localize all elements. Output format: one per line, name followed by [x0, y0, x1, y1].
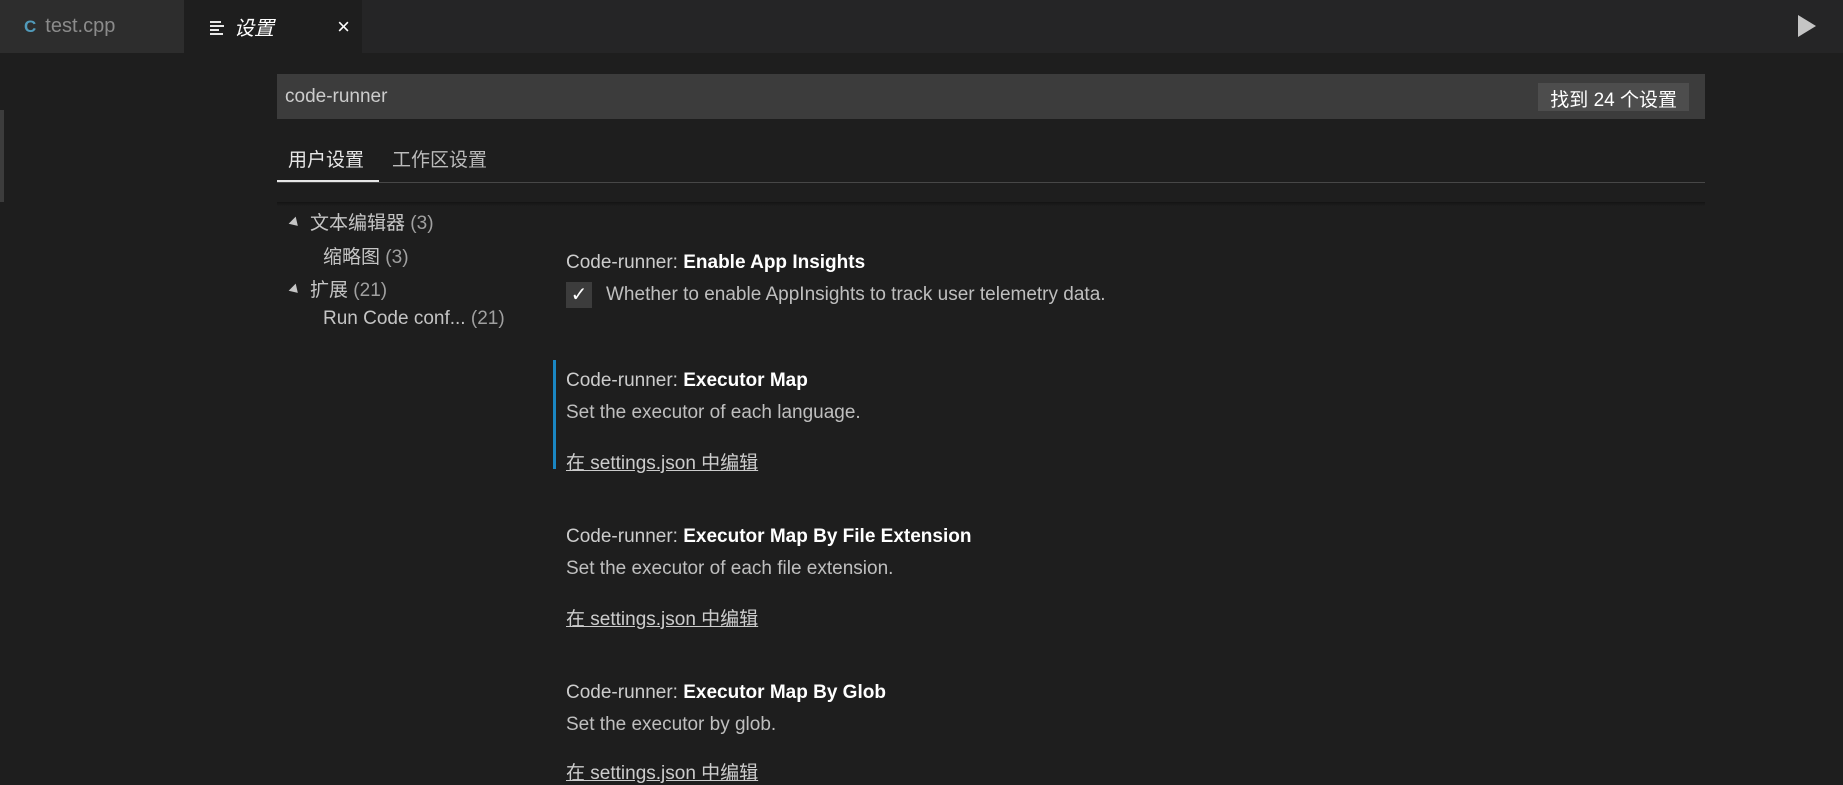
- toc-item-extensions[interactable]: 扩展 (21): [288, 275, 388, 302]
- cpp-file-icon: C: [24, 16, 37, 36]
- toc-item-text-editor[interactable]: 文本编辑器 (3): [288, 208, 434, 235]
- toc-count: (3): [385, 247, 409, 268]
- scrollbar-indicator: [0, 110, 4, 202]
- focus-indicator: [553, 360, 556, 469]
- toc-label: 文本编辑器: [310, 213, 406, 234]
- toc-item-run-code[interactable]: Run Code conf... (21): [323, 308, 505, 330]
- setting-desc: Set the executor of each file extension.: [566, 558, 894, 579]
- editor-tab-bar: C test.cpp 设置 ×: [0, 0, 1843, 53]
- expanded-triangle-icon: [288, 216, 302, 230]
- settings-lines-icon: [210, 20, 224, 35]
- tab-label: test.cpp: [45, 15, 116, 37]
- expanded-triangle-icon: [288, 283, 302, 297]
- tab-workspace-settings[interactable]: 工作区设置: [392, 145, 487, 172]
- settings-scope-tabs: 用户设置 工作区设置: [277, 137, 1705, 183]
- enable-app-insights-checkbox[interactable]: ✓: [566, 282, 592, 308]
- active-tab-underline: [277, 180, 379, 182]
- edit-in-settings-json-link[interactable]: 在 settings.json 中编辑: [566, 758, 758, 785]
- toc-item-minimap[interactable]: 缩略图 (3): [323, 242, 409, 269]
- setting-desc: ✓ Whether to enable AppInsights to track …: [566, 282, 1666, 308]
- search-box: 找到 24 个设置: [277, 74, 1705, 119]
- tab-label: 设置: [234, 18, 274, 40]
- setting-desc: Set the executor of each language.: [566, 402, 861, 423]
- tab-user-settings[interactable]: 用户设置: [288, 145, 364, 172]
- tab-settings[interactable]: 设置 ×: [184, 0, 362, 53]
- setting-executor-map-by-file-extension: Code-runner: Executor Map By File Extens…: [566, 526, 1666, 631]
- setting-title: Code-runner: Executor Map: [566, 370, 808, 391]
- run-icon[interactable]: [1798, 15, 1816, 37]
- divider: [277, 202, 1705, 206]
- setting-desc: Set the executor by glob.: [566, 714, 777, 735]
- setting-title: Code-runner: Executor Map By Glob: [566, 682, 886, 703]
- toc-label: 扩展: [310, 280, 349, 301]
- search-input[interactable]: [277, 85, 1477, 108]
- toc-label: 缩略图: [323, 247, 381, 268]
- edit-in-settings-json-link[interactable]: 在 settings.json 中编辑: [566, 604, 758, 631]
- setting-enable-app-insights: Code-runner: Enable App Insights ✓ Whethe…: [566, 252, 1666, 308]
- edit-in-settings-json-link[interactable]: 在 settings.json 中编辑: [566, 448, 758, 475]
- toc-count: (21): [353, 280, 388, 301]
- toc-count: (3): [410, 213, 434, 234]
- toc-label: Run Code conf...: [323, 308, 466, 329]
- toc-count: (21): [470, 308, 505, 329]
- tab-test-cpp[interactable]: C test.cpp: [0, 0, 184, 53]
- setting-executor-map: Code-runner: Executor Map Set the execut…: [553, 360, 1666, 475]
- setting-title: Code-runner: Enable App Insights: [566, 252, 866, 273]
- close-icon[interactable]: ×: [337, 14, 350, 40]
- setting-executor-map-by-glob: Code-runner: Executor Map By Glob Set th…: [566, 682, 1666, 785]
- setting-title: Code-runner: Executor Map By File Extens…: [566, 526, 972, 547]
- search-result-count: 找到 24 个设置: [1538, 83, 1689, 111]
